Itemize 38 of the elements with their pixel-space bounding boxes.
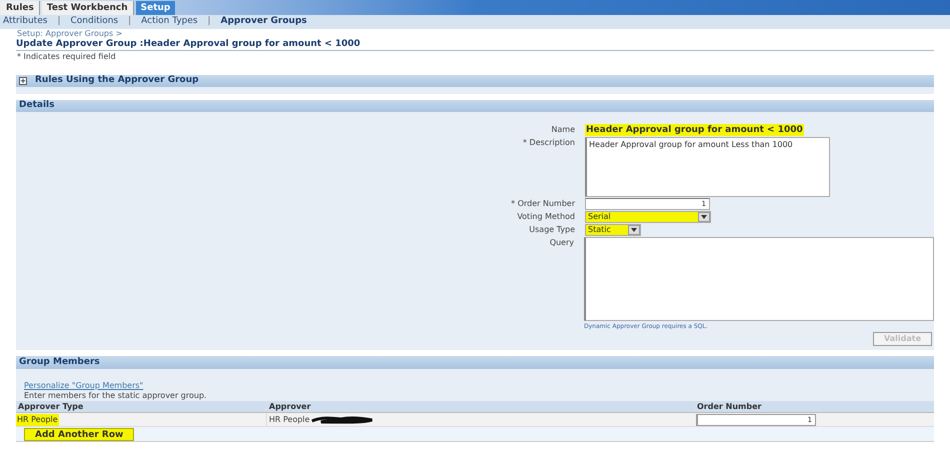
separator: | — [56, 15, 62, 28]
subtab[interactable]: Approver Groups — [220, 15, 307, 29]
separator: | — [127, 15, 132, 28]
separator: | — [206, 15, 212, 28]
column-header: Approver Type — [18, 400, 84, 412]
subtab[interactable]: Action Types — [141, 15, 198, 29]
name-value: Header Approval group for amount < 1000 — [585, 124, 804, 136]
dropdown[interactable]: Static — [585, 224, 641, 236]
section-title: Group Members — [19, 356, 100, 369]
dropdown-arrow-icon — [698, 212, 710, 222]
subtab[interactable]: Attributes — [3, 15, 48, 29]
tab[interactable]: Test Workbench — [42, 1, 134, 15]
subtab[interactable]: Conditions — [70, 15, 118, 29]
description-field[interactable]: Header Approval group for amount Less than 1000 — [585, 137, 830, 197]
field-label: Query — [548, 237, 574, 249]
dropdown[interactable]: Serial — [585, 211, 711, 223]
field-label: Name — [550, 124, 575, 136]
field-label: * Order Number — [510, 198, 575, 210]
field-label: Voting Method — [516, 211, 575, 223]
section-title: Rules Using the Approver Group — [35, 74, 199, 88]
column-header: Order Number — [697, 400, 762, 412]
redaction-scribble — [310, 416, 373, 424]
field-label: * Description — [522, 137, 575, 149]
field-label: Usage Type — [528, 224, 575, 236]
add-row-button[interactable]: Add Another Row — [24, 428, 134, 440]
instruction-text: Enter members for the static approver group. — [24, 391, 208, 401]
tab[interactable]: Rules — [1, 1, 40, 15]
column-header: Approver — [269, 400, 311, 412]
breadcrumb-link[interactable]: Setup: Approver Groups > — [0, 29, 950, 39]
table-cell: HR People — [269, 414, 310, 426]
tab[interactable]: Setup — [136, 1, 176, 15]
page-title: Update Approver Group :Header Approval group for amount < 1000 — [16, 39, 360, 50]
query-field[interactable] — [584, 237, 934, 321]
dropdown-arrow-icon — [628, 225, 640, 235]
section-title: Details — [19, 99, 54, 112]
table-cell: HR People — [16, 414, 59, 426]
personalize-link[interactable]: Personalize "Group Members" — [24, 381, 934, 391]
required-note: * Indicates required field — [16, 51, 117, 63]
